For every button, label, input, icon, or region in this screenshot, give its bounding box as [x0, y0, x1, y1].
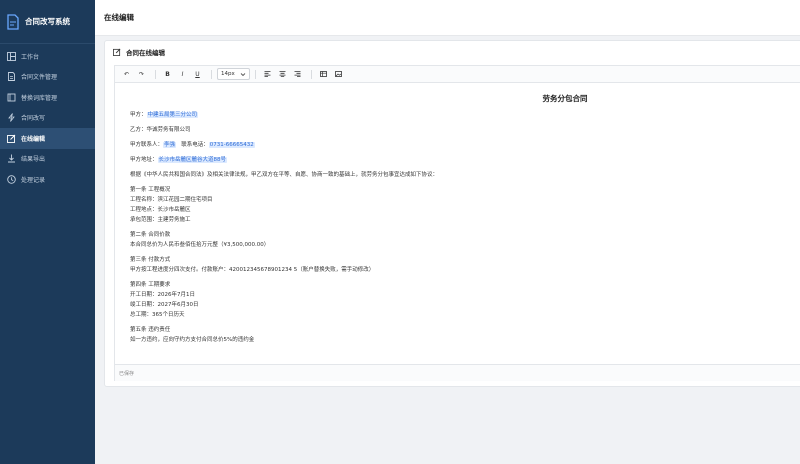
sidebar-item-export[interactable]: 结果导出: [0, 149, 95, 170]
sidebar-item-dashboard[interactable]: 工作台: [0, 46, 95, 67]
save-status: 已保存: [119, 370, 135, 377]
address-value: 长沙市岳麓区麓谷大道88号: [157, 157, 228, 163]
intro-paragraph: 根据《中华人民共和国合同法》及相关法律法规，甲乙双方在平等、自愿、协商一致的基础…: [130, 172, 439, 178]
lightning-icon: [7, 113, 16, 122]
sidebar-item-history[interactable]: 处理记录: [0, 169, 95, 190]
image-icon: [335, 71, 342, 77]
sidebar-item-label: 合同改写: [21, 115, 46, 123]
section-3-line: 甲方按工程进度分四次支付。付款账户：420012345678901234 5（账…: [130, 267, 375, 273]
address-line: 甲方地址：长沙市岳麓区麓谷大道88号: [130, 156, 228, 164]
sidebar-item-online-edit[interactable]: 在线编辑: [0, 128, 95, 149]
document-title: 劳务分包合同: [542, 94, 588, 103]
align-center-icon: [279, 71, 286, 77]
sidebar-item-label: 处理记录: [21, 176, 46, 184]
section-5-line: 如一方违约，应向守约方支付合同总价5%的违约金: [130, 337, 255, 343]
section-1-line: 工程名称：滨江花园二期住宅项目: [130, 197, 213, 203]
toolbar-divider: [311, 69, 312, 79]
align-left-button[interactable]: [261, 68, 274, 80]
sidebar-item-label: 合同文件管理: [21, 74, 58, 82]
rich-text-editor: ↶ ↷ B I U 14px 劳务分包合同 甲方：中建五局第三分公司 乙方：华诚…: [114, 65, 800, 381]
sidebar-item-label: 结果导出: [21, 156, 46, 164]
align-center-button[interactable]: [276, 68, 289, 80]
sidebar: 合同改写系统 工作台 合同文件管理 替换词库管理 合同改写 在线编辑 结果导出 …: [0, 0, 95, 464]
contact-line: 甲方联系人：李强 联系电话：0731-66665432: [130, 141, 255, 149]
editor-card: 合同在线编辑 ↶ ↷ B I U 14px 劳务分包合同 甲方：中建五局第三分公…: [104, 40, 800, 387]
topbar: 在线编辑: [95, 0, 800, 36]
underline-button[interactable]: U: [191, 68, 204, 80]
bold-button[interactable]: B: [161, 68, 174, 80]
toolbar-divider: [211, 69, 212, 79]
phone-value: 0731-66665432: [208, 142, 255, 148]
redo-icon: ↷: [138, 70, 145, 78]
phone-label: 联系电话：: [181, 142, 209, 148]
section-1-line: 工程地点：长沙市岳麓区: [130, 207, 191, 213]
section-3-title: 第三条 付款方式: [130, 257, 171, 263]
undo-button[interactable]: ↶: [120, 68, 133, 80]
toolbar-divider: [155, 69, 156, 79]
font-size-value: 14px: [221, 71, 235, 77]
align-right-button[interactable]: [291, 68, 304, 80]
download-icon: [7, 154, 16, 163]
contact-value: 李强: [163, 142, 177, 148]
editor-toolbar: ↶ ↷ B I U 14px: [115, 66, 800, 83]
address-label: 甲方地址：: [130, 157, 158, 163]
table-icon: [320, 71, 327, 77]
section-4-line: 总工期：365个日历天: [130, 312, 185, 318]
sidebar-item-label: 在线编辑: [21, 135, 46, 143]
section-2-title: 第二条 合同价款: [130, 232, 171, 238]
sidebar-item-label: 工作台: [21, 53, 40, 61]
section-4-line: 开工日期：2026年7月1日: [130, 292, 195, 298]
party-a-line: 甲方：中建五局第三分公司: [130, 111, 199, 119]
page-title: 在线编辑: [104, 13, 134, 22]
party-b-line: 乙方：华诚劳务有限公司: [130, 127, 191, 133]
toolbar-divider: [255, 69, 256, 79]
edit-icon: [113, 48, 121, 56]
section-2-line: 本合同总价为人民币叁佰伍拾万元整（¥3,500,000.00）: [130, 242, 270, 248]
edit-icon: [7, 134, 16, 143]
contact-label: 甲方联系人：: [130, 142, 164, 148]
book-icon: [7, 93, 16, 102]
party-a-label: 甲方：: [130, 112, 147, 118]
history-icon: [7, 175, 16, 184]
file-icon: [7, 72, 16, 82]
undo-icon: ↶: [123, 70, 130, 78]
sidebar-nav: 工作台 合同文件管理 替换词库管理 合同改写 在线编辑 结果导出 处理记录: [0, 46, 95, 190]
document-logo-icon: [7, 13, 19, 30]
sidebar-item-word-library[interactable]: 替换词库管理: [0, 87, 95, 108]
card-header: 合同在线编辑: [105, 41, 800, 63]
card-title: 合同在线编辑: [126, 49, 165, 57]
sidebar-item-label: 替换词库管理: [21, 94, 58, 102]
section-1-line: 承包范围：主建劳务施工: [130, 217, 191, 223]
editor-status-bar: 已保存: [115, 364, 800, 381]
align-left-icon: [264, 71, 271, 77]
insert-image-button[interactable]: [332, 68, 345, 80]
italic-button[interactable]: I: [176, 68, 189, 80]
section-4-line: 竣工日期：2027年6月30日: [130, 302, 199, 308]
font-size-select[interactable]: 14px: [217, 68, 250, 80]
align-right-icon: [294, 71, 301, 77]
sidebar-item-contract-files[interactable]: 合同文件管理: [0, 67, 95, 88]
party-a-value: 中建五局第三分公司: [146, 112, 199, 118]
section-5-title: 第五条 违约责任: [130, 327, 171, 333]
sidebar-item-rewrite[interactable]: 合同改写: [0, 108, 95, 129]
dashboard-icon: [7, 51, 16, 61]
brand: 合同改写系统: [0, 0, 95, 44]
insert-table-button[interactable]: [317, 68, 330, 80]
redo-button[interactable]: ↷: [135, 68, 148, 80]
document-content[interactable]: 劳务分包合同 甲方：中建五局第三分公司 乙方：华诚劳务有限公司 甲方联系人：李强…: [115, 83, 800, 364]
app-title: 合同改写系统: [25, 17, 70, 26]
section-1-title: 第一条 工程概况: [130, 187, 171, 193]
section-4-title: 第四条 工期要求: [130, 282, 171, 288]
chevron-down-icon: [240, 73, 246, 77]
